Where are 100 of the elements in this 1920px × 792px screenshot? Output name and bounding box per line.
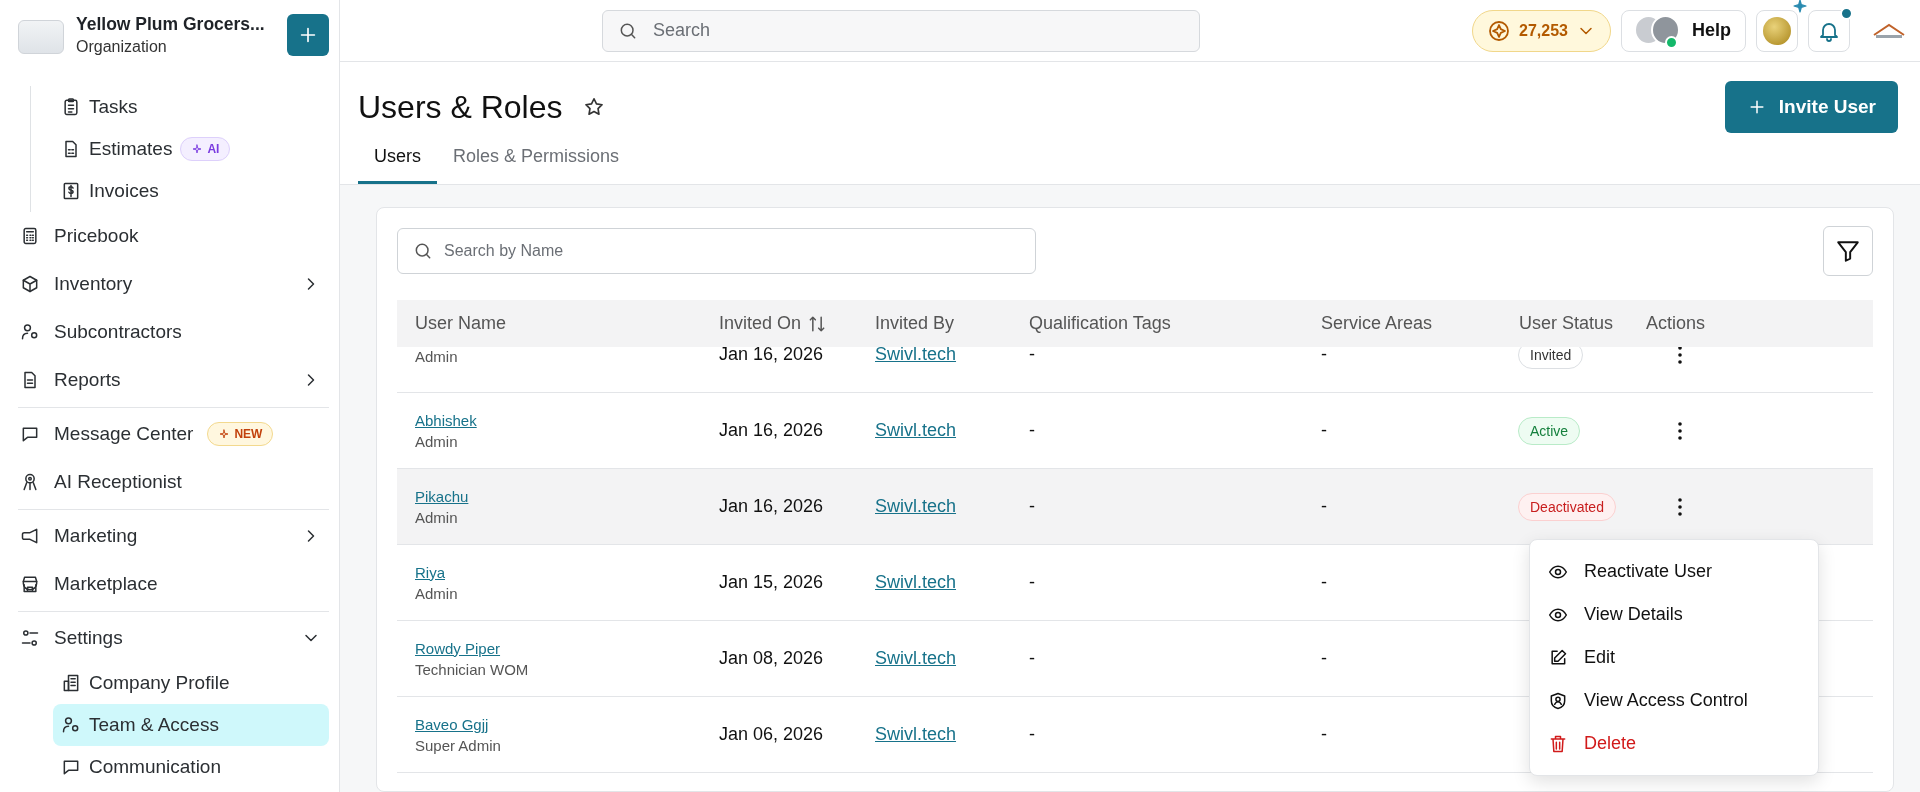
megaphone-icon — [20, 526, 40, 546]
building-icon — [61, 673, 81, 693]
search-icon — [413, 241, 433, 261]
table-cell: - — [1029, 724, 1035, 744]
filter-icon — [1835, 238, 1861, 264]
table-cell: - — [1029, 347, 1035, 364]
sliders-icon — [20, 628, 40, 648]
sidebar-item[interactable]: Tasks — [53, 86, 329, 128]
user-name-link[interactable]: Riya — [415, 563, 701, 581]
invited-date: Jan 06, 2026 — [719, 724, 824, 744]
sparkle-icon — [218, 428, 231, 440]
user-gear-icon — [20, 322, 40, 342]
sidebar-item[interactable]: Team & Access — [53, 704, 329, 746]
invite-user-button[interactable]: Invite User — [1724, 81, 1898, 133]
filter-button[interactable] — [1823, 226, 1873, 276]
sidebar-item[interactable]: Inventory — [18, 260, 329, 308]
sidebar-item[interactable]: Settings — [18, 614, 329, 662]
tab[interactable]: Roles & Permissions — [437, 136, 636, 184]
help-button[interactable]: Help — [1621, 9, 1746, 52]
user-role: Technician WOM — [415, 660, 530, 678]
dollar-icon — [61, 181, 81, 201]
chat-icon — [61, 757, 81, 777]
organization-name: Yellow Plum Grocers... — [76, 14, 266, 35]
sidebar-item[interactable]: Reports — [18, 356, 329, 404]
calculator-icon — [20, 226, 40, 246]
user-role: Admin — [415, 348, 459, 365]
table-cell: - — [1321, 724, 1327, 744]
more-actions-button[interactable] — [1678, 421, 1682, 440]
column-header: Qualification Tags — [1029, 313, 1171, 334]
ai-badge: AI — [180, 137, 231, 161]
status-tag: Invited — [1518, 347, 1584, 369]
sidebar-item[interactable]: Marketplace — [18, 560, 329, 608]
table-cell: - — [1029, 420, 1035, 440]
invited-date: Jan 08, 2026 — [719, 648, 824, 668]
inviter-link[interactable]: Swivl.tech — [875, 420, 957, 440]
user-name-link[interactable]: Baveo Ggjj — [415, 715, 701, 733]
kebab-icon — [1678, 347, 1682, 364]
sidebar-item[interactable]: Company Profile — [53, 662, 329, 704]
table-row[interactable]: Admin Jan 16, 2026 Swivl.tech - - Invited — [397, 347, 1873, 393]
column-header: Service Areas — [1321, 313, 1433, 334]
column-header: Invited On — [719, 313, 802, 334]
user-name-link[interactable]: Rowdy Piper — [415, 639, 701, 657]
sidebar-item[interactable]: Invoices — [53, 170, 329, 212]
coin-icon — [1487, 18, 1512, 43]
table-cell: - — [1321, 420, 1327, 440]
user-role: Admin — [415, 584, 459, 602]
more-actions-button[interactable] — [1678, 497, 1682, 516]
menu-item[interactable]: Reactivate User — [1530, 550, 1818, 593]
table-cell: - — [1029, 648, 1035, 668]
inviter-link[interactable]: Swivl.tech — [875, 572, 957, 592]
invited-date: Jan 16, 2026 — [719, 496, 824, 516]
user-gear-icon — [61, 715, 81, 735]
edit-icon — [1548, 647, 1568, 668]
menu-item[interactable]: Delete — [1530, 722, 1818, 765]
coins-button[interactable]: 27,253 — [1472, 9, 1611, 52]
table-row[interactable]: Pikachu Admin Jan 16, 2026 Swivl.tech - - Deactivated — [397, 469, 1873, 545]
shield-icon — [1548, 690, 1568, 711]
receptionist-icon — [20, 472, 40, 492]
sidebar-item[interactable]: AI Receptionist — [18, 458, 329, 506]
table-cell: - — [1029, 496, 1035, 516]
notifications-button[interactable] — [1808, 9, 1850, 52]
menu-item[interactable]: Edit — [1530, 636, 1818, 679]
kebab-icon — [1678, 421, 1682, 440]
sidebar-item[interactable]: Marketing — [18, 512, 329, 560]
inviter-link[interactable]: Swivl.tech — [875, 347, 957, 364]
user-name-link[interactable]: Abhishek — [415, 411, 701, 429]
sidebar-item[interactable]: Communication — [53, 746, 329, 788]
inviter-link[interactable]: Swivl.tech — [875, 648, 957, 668]
star-icon — [582, 96, 605, 118]
column-header: Invited By — [875, 313, 955, 334]
store-icon — [20, 574, 40, 594]
add-button[interactable] — [287, 14, 329, 56]
sidebar-item[interactable]: Message Center NEW — [18, 410, 329, 458]
page-title: Users & Roles — [358, 88, 563, 126]
table-cell: - — [1321, 572, 1327, 592]
search-field[interactable]: Search by Name — [397, 228, 1036, 274]
user-role: Admin — [415, 508, 459, 526]
table-cell: - — [1321, 496, 1327, 516]
invited-date: Jan 15, 2026 — [719, 572, 824, 592]
more-actions-button[interactable] — [1678, 347, 1682, 364]
column-header: Actions — [1646, 313, 1706, 334]
user-name-link[interactable]: Pikachu — [415, 487, 701, 505]
organization-logo — [18, 20, 64, 54]
sparkle-icon — [191, 143, 204, 155]
user-role: Admin — [415, 432, 459, 450]
sidebar-item[interactable]: Pricebook — [18, 212, 329, 260]
profile-button[interactable] — [1756, 9, 1798, 52]
search-field[interactable]: Search — [602, 9, 1200, 52]
table-cell: - — [1029, 572, 1035, 592]
inviter-link[interactable]: Swivl.tech — [875, 724, 957, 744]
table-cell: - — [1321, 347, 1327, 364]
sidebar-item[interactable]: Subcontractors — [18, 308, 329, 356]
inviter-link[interactable]: Swivl.tech — [875, 496, 957, 516]
status-tag: Active — [1518, 416, 1581, 445]
sidebar-item[interactable]: Estimates AI — [53, 128, 329, 170]
user-role: Super Admin — [415, 736, 502, 754]
cube-icon — [20, 274, 40, 294]
trash-icon — [1548, 733, 1568, 754]
new-badge: NEW — [207, 422, 274, 446]
organization-label: Organization — [76, 38, 168, 56]
